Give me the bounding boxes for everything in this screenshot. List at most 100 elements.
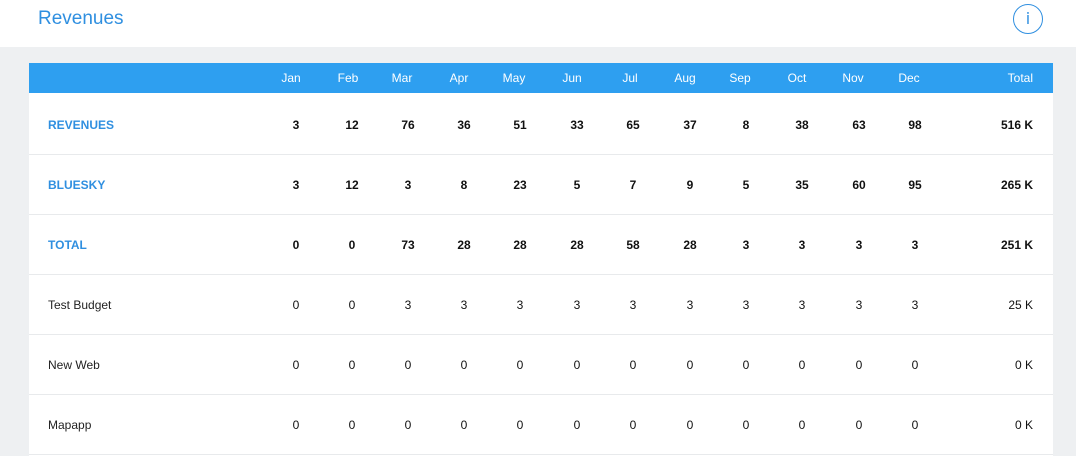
cell-dec: 0 <box>911 358 919 372</box>
cell-nov: 60 <box>852 178 866 192</box>
cell-aug: 28 <box>683 238 697 252</box>
cell-nov: 3 <box>855 238 863 252</box>
table-header: Total Jan Feb Mar Apr May Jun Jul Aug Sep Oct Nov D… <box>29 63 1053 93</box>
cell-mar: 76 <box>401 118 415 132</box>
row-label: Test Budget <box>48 298 112 312</box>
cell-total: 0 K <box>1014 358 1033 372</box>
column-header-aug: Aug <box>674 71 696 85</box>
column-header-dec: Dec <box>898 71 920 85</box>
cell-total: 265 K <box>1000 178 1033 192</box>
cell-apr: 8 <box>460 178 468 192</box>
page-title: Revenues <box>38 8 124 29</box>
cell-mar: 0 <box>404 358 412 372</box>
cell-jul: 65 <box>626 118 640 132</box>
info-icon[interactable]: i <box>1013 4 1043 34</box>
table-row[interactable]: Mapapp 0 0 0 0 0 0 0 0 0 0 0 0 0 K <box>29 395 1053 455</box>
cell-apr: 3 <box>460 298 468 312</box>
cell-sep: 3 <box>742 298 750 312</box>
cell-dec: 3 <box>911 238 919 252</box>
cell-jun: 5 <box>573 178 581 192</box>
cell-oct: 35 <box>795 178 809 192</box>
cell-dec: 95 <box>908 178 922 192</box>
cell-apr: 0 <box>460 418 468 432</box>
cell-may: 3 <box>516 298 524 312</box>
cell-aug: 3 <box>686 298 694 312</box>
cell-mar: 0 <box>404 418 412 432</box>
table-row[interactable]: BLUESKY 3 12 3 8 23 5 7 9 5 35 60 95 265 K <box>29 155 1053 215</box>
cell-jun: 33 <box>570 118 584 132</box>
cell-mar: 3 <box>404 298 412 312</box>
column-header-jun: Jun <box>562 71 582 85</box>
cell-jan: 0 <box>292 298 300 312</box>
cell-aug: 0 <box>686 358 694 372</box>
revenue-table: Total Jan Feb Mar Apr May Jun Jul Aug Sep Oct Nov D… <box>29 63 1053 456</box>
cell-may: 51 <box>513 118 527 132</box>
cell-jan: 0 <box>292 238 300 252</box>
column-header-mar: Mar <box>391 71 413 85</box>
cell-total: 516 K <box>1000 118 1033 132</box>
column-header-may: May <box>502 71 526 85</box>
cell-apr: 36 <box>457 118 471 132</box>
cell-may: 28 <box>513 238 527 252</box>
cell-aug: 9 <box>686 178 694 192</box>
cell-dec: 98 <box>908 118 922 132</box>
column-header-jul: Jul <box>622 71 638 85</box>
cell-oct: 3 <box>798 238 806 252</box>
cell-apr: 28 <box>457 238 471 252</box>
cell-feb: 0 <box>348 418 356 432</box>
cell-nov: 63 <box>852 118 866 132</box>
row-label[interactable]: TOTAL <box>48 215 87 275</box>
cell-feb: 0 <box>348 298 356 312</box>
cell-oct: 3 <box>798 298 806 312</box>
cell-sep: 3 <box>742 238 750 252</box>
cell-mar: 73 <box>401 238 415 252</box>
cell-sep: 0 <box>742 358 750 372</box>
table-row[interactable]: REVENUES 3 12 76 36 51 33 65 37 8 38 63 98 516 K <box>29 95 1053 155</box>
column-header-feb: Feb <box>337 71 359 85</box>
cell-jul: 3 <box>629 298 637 312</box>
cell-may: 0 <box>516 358 524 372</box>
cell-sep: 8 <box>742 118 750 132</box>
cell-total: 25 K <box>1008 298 1033 312</box>
row-label: New Web <box>48 358 100 372</box>
cell-oct: 0 <box>798 358 806 372</box>
table-row[interactable]: TOTAL 0 0 73 28 28 28 58 28 3 3 3 3 251 K <box>29 215 1053 275</box>
cell-nov: 0 <box>855 418 863 432</box>
cell-aug: 0 <box>686 418 694 432</box>
cell-jul: 7 <box>629 178 637 192</box>
cell-dec: 0 <box>911 418 919 432</box>
cell-oct: 0 <box>798 418 806 432</box>
row-label[interactable]: BLUESKY <box>48 155 105 215</box>
column-header-apr: Apr <box>449 71 469 85</box>
cell-jan: 3 <box>292 178 300 192</box>
row-label: Mapapp <box>48 418 92 432</box>
column-header-jan: Jan <box>281 71 301 85</box>
cell-jan: 0 <box>292 418 300 432</box>
cell-sep: 5 <box>742 178 750 192</box>
top-bar: Revenues i <box>0 0 1076 47</box>
column-header-sep: Sep <box>729 71 751 85</box>
row-label[interactable]: REVENUES <box>48 95 114 155</box>
cell-total: 0 K <box>1014 418 1033 432</box>
cell-apr: 0 <box>460 358 468 372</box>
cell-nov: 0 <box>855 358 863 372</box>
cell-may: 0 <box>516 418 524 432</box>
cell-aug: 37 <box>683 118 697 132</box>
table-row[interactable]: New Web 0 0 0 0 0 0 0 0 0 0 0 0 0 K <box>29 335 1053 395</box>
cell-mar: 3 <box>404 178 412 192</box>
cell-jun: 0 <box>573 418 581 432</box>
table-row[interactable]: Test Budget 0 0 3 3 3 3 3 3 3 3 3 3 25 K <box>29 275 1053 335</box>
cell-jan: 3 <box>292 118 300 132</box>
cell-jun: 0 <box>573 358 581 372</box>
cell-feb: 0 <box>348 238 356 252</box>
column-header-oct: Oct <box>787 71 807 85</box>
cell-jul: 0 <box>629 418 637 432</box>
cell-dec: 3 <box>911 298 919 312</box>
cell-jun: 28 <box>570 238 584 252</box>
column-header-nov: Nov <box>842 71 864 85</box>
cell-jan: 0 <box>292 358 300 372</box>
cell-sep: 0 <box>742 418 750 432</box>
cell-oct: 38 <box>795 118 809 132</box>
cell-total: 251 K <box>1000 238 1033 252</box>
cell-jun: 3 <box>573 298 581 312</box>
